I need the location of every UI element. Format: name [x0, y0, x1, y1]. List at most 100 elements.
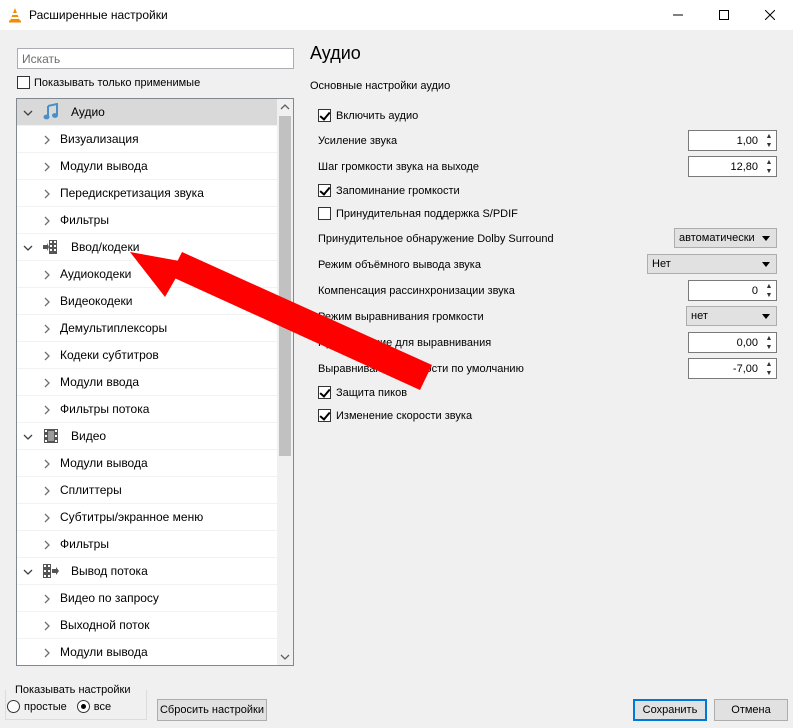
chevron-right-icon[interactable]: [43, 350, 51, 364]
close-button[interactable]: [747, 0, 793, 30]
chevron-right-icon[interactable]: [43, 485, 51, 499]
volume-step-spinbox[interactable]: 12,80 ▲ ▼: [688, 156, 777, 177]
step-up-icon[interactable]: ▲: [766, 334, 773, 343]
chevron-right-icon[interactable]: [43, 215, 51, 229]
tree-category[interactable]: Вывод потока: [17, 558, 278, 585]
tree-item[interactable]: Фильтры: [17, 207, 278, 234]
chevron-right-icon[interactable]: [43, 647, 51, 661]
chevron-right-icon[interactable]: [43, 458, 51, 472]
step-up-icon[interactable]: ▲: [766, 360, 773, 369]
scroll-thumb[interactable]: [279, 116, 291, 456]
desync-spinbox[interactable]: 0 ▲ ▼: [688, 280, 777, 301]
tree-item[interactable]: Визуализация: [17, 126, 278, 153]
peak-protect-checkbox[interactable]: [318, 386, 331, 399]
volume-step-label: Шаг громкости звука на выходе: [318, 161, 480, 173]
chevron-right-icon[interactable]: [43, 188, 51, 202]
step-down-icon[interactable]: ▼: [766, 343, 773, 352]
tree-item-label: Аудиокодеки: [60, 267, 132, 281]
vlc-cone-icon: [9, 8, 21, 23]
preamp-stepper[interactable]: ▲ ▼: [762, 333, 776, 352]
step-down-icon[interactable]: ▼: [766, 167, 773, 176]
default-gain-stepper[interactable]: ▲ ▼: [762, 359, 776, 378]
tree-scrollbar[interactable]: [277, 99, 293, 665]
chevron-right-icon[interactable]: [43, 269, 51, 283]
music-note-icon: [42, 102, 60, 121]
chevron-right-icon[interactable]: [43, 377, 51, 391]
step-down-icon[interactable]: ▼: [766, 369, 773, 378]
chevron-right-icon[interactable]: [43, 134, 51, 148]
gain-stepper[interactable]: ▲ ▼: [762, 131, 776, 150]
replay-gain-mode-select[interactable]: нет: [686, 306, 777, 326]
tree-item[interactable]: Демультиплексоры: [17, 315, 278, 342]
enable-audio-checkbox[interactable]: [318, 109, 331, 122]
chevron-down-icon[interactable]: [23, 106, 33, 120]
chevron-right-icon[interactable]: [43, 539, 51, 553]
tree-item[interactable]: Субтитры/экранное меню: [17, 504, 278, 531]
all-radio[interactable]: [76, 700, 90, 713]
chevron-right-icon[interactable]: [43, 323, 51, 337]
tree-item[interactable]: Передискретизация звука: [17, 180, 278, 207]
dolby-select[interactable]: автоматически: [674, 228, 777, 248]
time-stretch-option[interactable]: Изменение скорости звука: [318, 409, 472, 422]
tree-item[interactable]: Видеокодеки: [17, 288, 278, 315]
force-spdif-option[interactable]: Принудительная поддержка S/PDIF: [318, 207, 518, 220]
preamp-spinbox[interactable]: 0,00 ▲ ▼: [688, 332, 777, 353]
settings-tree[interactable]: Аудио Визуализация Модули вывода Передискре…: [16, 98, 294, 666]
volume-step-stepper[interactable]: ▲ ▼: [762, 157, 776, 176]
peak-protect-option[interactable]: Защита пиков: [318, 386, 407, 399]
surround-mode-select[interactable]: Нет: [647, 254, 777, 274]
tree-category[interactable]: Ввод/кодеки: [17, 234, 278, 261]
scroll-down-icon[interactable]: [280, 652, 290, 662]
tree-item[interactable]: Фильтры: [17, 531, 278, 558]
save-button[interactable]: Сохранить: [633, 699, 707, 721]
step-down-icon[interactable]: ▼: [766, 291, 773, 300]
film-video-icon: [42, 427, 60, 445]
default-gain-spinbox[interactable]: -7,00 ▲ ▼: [688, 358, 777, 379]
scroll-up-icon[interactable]: [280, 102, 290, 112]
tree-item[interactable]: Сплиттеры: [17, 477, 278, 504]
step-up-icon[interactable]: ▲: [766, 158, 773, 167]
reset-button[interactable]: Сбросить настройки: [157, 699, 267, 721]
maximize-button[interactable]: [701, 0, 747, 30]
chevron-down-icon[interactable]: [23, 241, 33, 255]
tree-item[interactable]: Кодеки субтитров: [17, 342, 278, 369]
only-applicable-checkbox[interactable]: [17, 76, 30, 89]
enable-audio-option[interactable]: Включить аудио: [318, 109, 418, 122]
chevron-right-icon[interactable]: [43, 593, 51, 607]
step-up-icon[interactable]: ▲: [766, 282, 773, 291]
step-up-icon[interactable]: ▲: [766, 132, 773, 141]
simple-radio[interactable]: [7, 700, 20, 713]
tree-item[interactable]: Выходной поток: [17, 612, 278, 639]
search-input[interactable]: [17, 48, 294, 69]
tree-item[interactable]: Фильтры потока: [17, 396, 278, 423]
only-applicable-option[interactable]: Показывать только применимые: [17, 76, 200, 89]
chevron-down-icon[interactable]: [23, 430, 33, 444]
chevron-down-icon[interactable]: [23, 565, 33, 579]
tree-item[interactable]: Аудиокодеки: [17, 261, 278, 288]
tree-item[interactable]: Модули вывода: [17, 639, 278, 665]
chevron-right-icon[interactable]: [43, 296, 51, 310]
chevron-right-icon[interactable]: [43, 404, 51, 418]
cancel-button[interactable]: Отмена: [714, 699, 788, 721]
chevron-right-icon[interactable]: [43, 512, 51, 526]
desync-stepper[interactable]: ▲ ▼: [762, 281, 776, 300]
tree-item[interactable]: Модули вывода: [17, 450, 278, 477]
tree-item[interactable]: Модули ввода: [17, 369, 278, 396]
tree-category[interactable]: Аудио: [17, 99, 278, 126]
tree-category[interactable]: Видео: [17, 423, 278, 450]
chevron-right-icon[interactable]: [43, 161, 51, 175]
only-applicable-label: Показывать только применимые: [34, 76, 201, 89]
step-down-icon[interactable]: ▼: [766, 141, 773, 150]
tree-item-label: Ввод/кодеки: [71, 240, 140, 254]
tree-item[interactable]: Модули вывода: [17, 153, 278, 180]
time-stretch-checkbox[interactable]: [318, 409, 331, 422]
minimize-button[interactable]: [655, 0, 701, 30]
force-spdif-checkbox[interactable]: [318, 207, 331, 220]
gain-spinbox[interactable]: 1,00 ▲ ▼: [688, 130, 777, 151]
preamp-label: Предусиление для выравнивания: [318, 337, 492, 349]
remember-volume-checkbox[interactable]: [318, 184, 331, 197]
remember-volume-option[interactable]: Запоминание громкости: [318, 184, 460, 197]
tree-item-label: Видео по запросу: [60, 591, 159, 605]
chevron-right-icon[interactable]: [43, 620, 51, 634]
tree-item[interactable]: Видео по запросу: [17, 585, 278, 612]
